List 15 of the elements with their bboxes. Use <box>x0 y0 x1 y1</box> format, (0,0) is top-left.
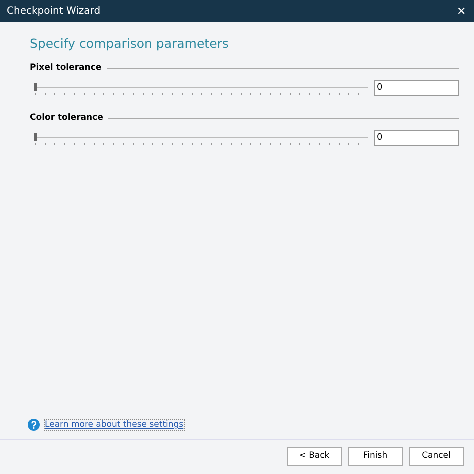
group-label: Color tolerance <box>30 113 104 123</box>
help-icon <box>28 419 40 431</box>
value-field[interactable]: 0 <box>374 80 459 96</box>
window-title: Checkpoint Wizard <box>7 6 101 16</box>
group-label: Pixel tolerance <box>30 63 102 73</box>
slider-thumb[interactable] <box>34 83 37 91</box>
page-heading: Specify comparison parameters <box>30 36 230 51</box>
help-link[interactable]: Learn more about these settings <box>44 419 185 431</box>
tolerance-slider[interactable] <box>34 81 368 95</box>
slider-thumb[interactable] <box>34 133 37 141</box>
wizard-button[interactable]: Finish <box>348 446 403 466</box>
tolerance-slider[interactable] <box>34 131 368 145</box>
wizard-button[interactable]: Cancel <box>409 446 464 466</box>
value-field[interactable]: 0 <box>374 130 459 146</box>
wizard-button[interactable]: < Back <box>287 446 342 466</box>
